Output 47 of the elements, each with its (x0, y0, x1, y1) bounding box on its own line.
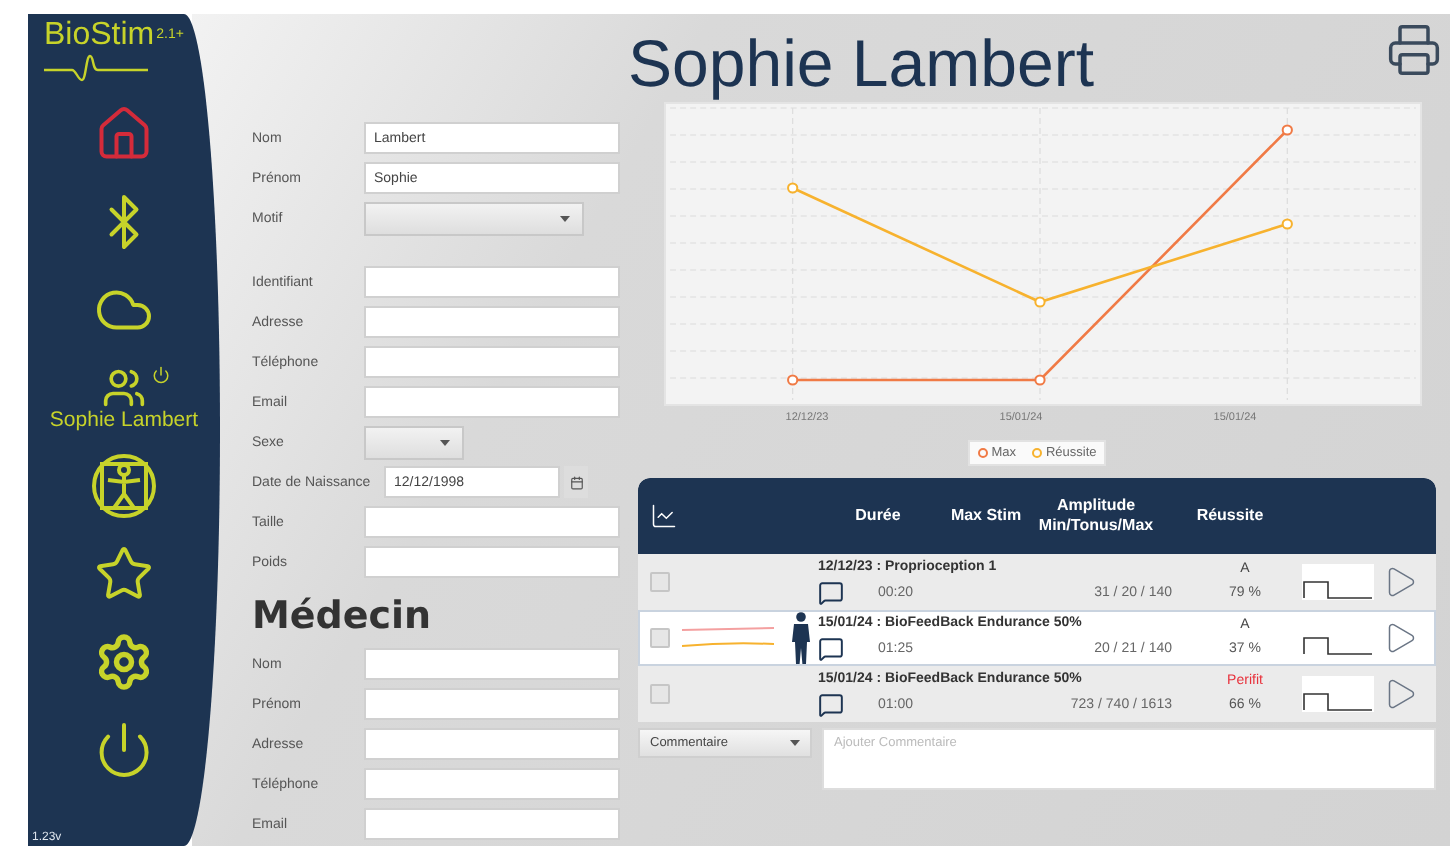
text-field[interactable] (364, 506, 620, 538)
signal-thumbnail-icon (682, 626, 774, 650)
text-field[interactable] (364, 728, 620, 760)
power-icon (94, 720, 154, 780)
wave-logo-icon (44, 54, 148, 82)
comment-icon[interactable] (818, 635, 844, 661)
column-header: Durée (853, 506, 903, 526)
text-field[interactable] (364, 386, 620, 418)
home-icon (94, 104, 154, 164)
text-field[interactable] (364, 546, 620, 578)
sidebar-item[interactable]: Sophie Lambert (44, 354, 204, 442)
text-field[interactable] (364, 266, 620, 298)
comment-icon[interactable] (818, 579, 844, 605)
calendar-icon (569, 475, 583, 489)
column-header: Réussite (1194, 506, 1266, 526)
print-button[interactable] (1386, 22, 1442, 78)
chart-icon (650, 502, 678, 530)
dropdown[interactable] (364, 425, 464, 459)
pulse-preview-icon (1302, 676, 1374, 712)
text-field[interactable] (364, 688, 620, 720)
text-field[interactable] (364, 306, 620, 338)
printer-icon (1386, 22, 1442, 78)
text-field[interactable] (364, 768, 620, 800)
row-checkbox[interactable] (650, 684, 670, 704)
human-figure-circle-icon (90, 452, 158, 520)
text-field[interactable] (364, 648, 620, 680)
power-icon (152, 366, 170, 384)
section-heading: Médecin (252, 594, 434, 638)
calendar-button[interactable] (564, 466, 588, 498)
row-checkbox[interactable] (650, 572, 670, 592)
caret-icon (440, 439, 450, 445)
caret-icon (790, 740, 800, 746)
text-field[interactable] (364, 346, 620, 378)
patient-name: Sophie Lambert (49, 409, 199, 431)
settings-icon (94, 632, 154, 692)
star-icon (94, 544, 154, 604)
text-field[interactable] (364, 808, 620, 840)
page-title: Sophie Lambert (628, 26, 1094, 102)
pulse-preview-icon (1302, 564, 1374, 600)
column-header: Max Stim (948, 506, 1024, 526)
column-header: Amplitude Min/Tonus/Max (1036, 496, 1156, 536)
users-icon (102, 365, 146, 409)
dropdown[interactable] (364, 201, 584, 235)
caret-icon (560, 215, 570, 221)
comment-icon[interactable] (818, 691, 844, 717)
person-silhouette-icon (791, 612, 809, 664)
row-checkbox[interactable] (650, 628, 670, 648)
